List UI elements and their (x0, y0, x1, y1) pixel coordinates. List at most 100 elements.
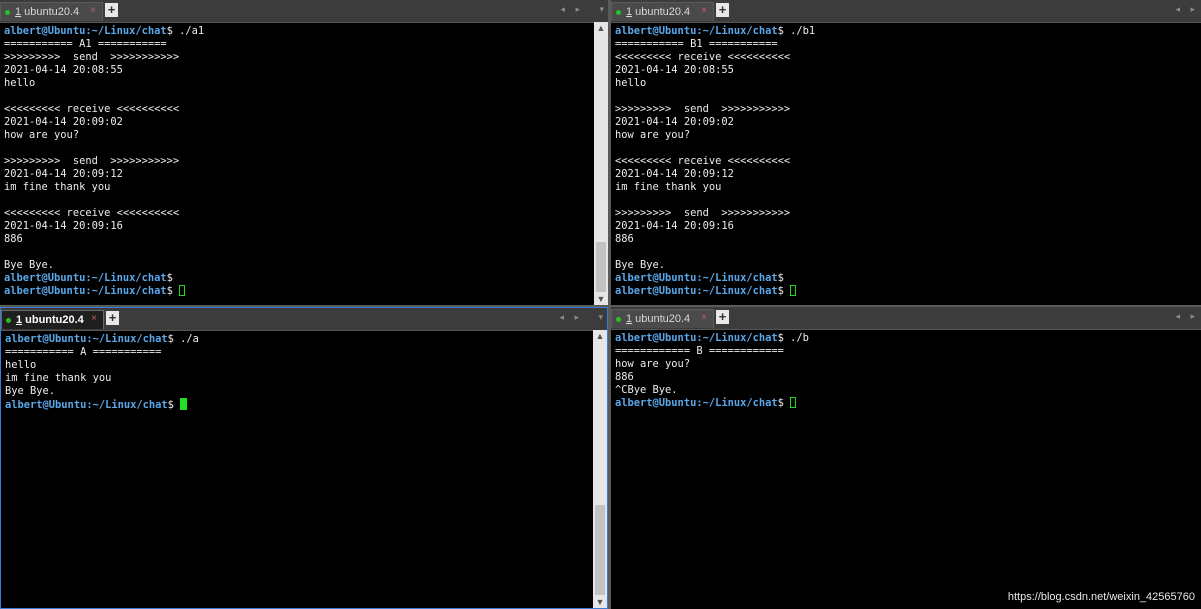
terminal-line: ^CBye Bye. (615, 384, 1185, 397)
terminal-text: >>>>>>>>> send >>>>>>>>>>> (4, 155, 180, 167)
shell-prompt: albert@Ubuntu:~/Linux/chat (615, 397, 778, 409)
shell-prompt: albert@Ubuntu:~/Linux/chat (5, 333, 168, 345)
terminal-line: =========== B1 =========== (615, 38, 1185, 51)
tab-number: 1 (626, 313, 633, 325)
terminal-line: 2021-04-14 20:09:16 (4, 220, 592, 233)
terminal-text: im fine thank you (615, 181, 722, 193)
scroll-up-icon[interactable]: ▲ (593, 330, 607, 342)
terminal-pane-bottom-right[interactable]: 1 ubuntu20.4 × + ◂ ▸ albert@Ubuntu:~/Lin… (611, 307, 1201, 609)
terminal-line: 886 (4, 233, 592, 246)
terminal-line: albert@Ubuntu:~/Linux/chat$ ./a (5, 333, 591, 346)
add-tab-button[interactable]: + (106, 311, 119, 325)
terminal-line: im fine thank you (5, 372, 591, 385)
session-tab[interactable]: 1 ubuntu20.4 × (611, 309, 714, 328)
terminal-line: albert@Ubuntu:~/Linux/chat$ (4, 272, 592, 285)
tab-scroll-arrows-icon[interactable]: ◂ ▸ (1175, 4, 1199, 15)
tab-scroll-arrows-icon[interactable]: ◂ ▸ (560, 4, 584, 15)
terminal-line: <<<<<<<<< receive <<<<<<<<<< (615, 51, 1185, 64)
terminal-text: >>>>>>>>> send >>>>>>>>>>> (615, 207, 791, 219)
terminal-line: albert@Ubuntu:~/Linux/chat$ ./a1 (4, 25, 592, 38)
session-tab[interactable]: 1 ubuntu20.4 × (0, 2, 103, 21)
add-tab-button[interactable]: + (716, 310, 729, 324)
session-tab-active[interactable]: 1 ubuntu20.4 × (1, 310, 104, 329)
terminal-text: $ (777, 272, 784, 284)
terminal-text: $ ./a1 (166, 25, 205, 37)
scrollbar-thumb[interactable] (595, 505, 605, 595)
terminal-text: >>>>>>>>> send >>>>>>>>>>> (615, 103, 791, 115)
tab-bar: 1 ubuntu20.4 × + ◂ ▸ ▾ (0, 0, 608, 23)
terminal-output[interactable]: albert@Ubuntu:~/Linux/chat$ ./b1 ========… (615, 25, 1185, 305)
terminal-text: Bye Bye. (5, 385, 56, 397)
terminal-text: 2021-04-14 20:09:16 (615, 220, 734, 232)
terminal-line: <<<<<<<<< receive <<<<<<<<<< (4, 207, 592, 220)
terminal-line: hello (5, 359, 591, 372)
tab-title: ubuntu20.4 (635, 313, 691, 325)
terminal-text: $ (777, 285, 791, 297)
terminal-line: how are you? (615, 129, 1185, 142)
terminal-output[interactable]: albert@Ubuntu:~/Linux/chat$ ./b =========… (615, 332, 1185, 609)
terminal-line: 886 (615, 371, 1185, 384)
terminal-line: 2021-04-14 20:09:02 (615, 116, 1185, 129)
tab-bar: 1 ubuntu20.4 × + ◂ ▸ (611, 307, 1201, 330)
tab-title: ubuntu20.4 (24, 6, 80, 18)
scroll-down-icon[interactable]: ▼ (593, 596, 607, 608)
terminal-text: hello (4, 77, 36, 89)
terminal-line: Bye Bye. (5, 385, 591, 398)
scroll-up-icon[interactable]: ▲ (594, 22, 608, 34)
add-tab-button[interactable]: + (716, 3, 729, 17)
close-tab-icon[interactable]: × (701, 312, 707, 323)
terminal-line: albert@Ubuntu:~/Linux/chat$ ./b (615, 332, 1185, 345)
tab-number: 1 (16, 314, 23, 326)
terminal-text: 2021-04-14 20:09:02 (4, 116, 123, 128)
shell-prompt: albert@Ubuntu:~/Linux/chat (5, 399, 168, 411)
tab-scroll-arrows-icon[interactable]: ◂ ▸ (559, 312, 583, 323)
terminal-line: Bye Bye. (4, 259, 592, 272)
terminal-pane-top-right[interactable]: 1 ubuntu20.4 × + ◂ ▸ albert@Ubuntu:~/Lin… (611, 0, 1201, 305)
terminal-line: hello (615, 77, 1185, 90)
tab-list-dropdown-icon[interactable]: ▾ (599, 4, 604, 15)
terminal-text: 2021-04-14 20:09:16 (4, 220, 123, 232)
tab-number: 1 (626, 6, 633, 18)
scroll-down-icon[interactable]: ▼ (594, 293, 608, 305)
session-tab[interactable]: 1 ubuntu20.4 × (611, 2, 714, 21)
terminal-line: albert@Ubuntu:~/Linux/chat$ ./b1 (615, 25, 1185, 38)
shell-prompt: albert@Ubuntu:~/Linux/chat (615, 272, 778, 284)
connected-status-icon (616, 9, 621, 15)
tab-title: ubuntu20.4 (635, 6, 691, 18)
terminal-text: ============ B ============ (615, 345, 784, 357)
terminal-text: $ (167, 399, 181, 411)
vertical-scrollbar[interactable]: ▲ ▼ (594, 22, 608, 305)
add-tab-button[interactable]: + (105, 3, 118, 17)
terminal-text: <<<<<<<<< receive <<<<<<<<<< (4, 103, 180, 115)
terminal-text: <<<<<<<<< receive <<<<<<<<<< (615, 155, 791, 167)
watermark-url: https://blog.csdn.net/weixin_42565760 (1007, 591, 1195, 603)
terminal-pane-bottom-left[interactable]: 1 ubuntu20.4 × + ◂ ▸ ▾ albert@Ubuntu:~/L… (0, 307, 608, 609)
terminal-output[interactable]: albert@Ubuntu:~/Linux/chat$ ./a1 ========… (4, 25, 592, 305)
terminal-line: 2021-04-14 20:09:16 (615, 220, 1185, 233)
terminal-line: =========== A =========== (5, 346, 591, 359)
terminal-pane-top-left[interactable]: 1 ubuntu20.4 × + ◂ ▸ ▾ albert@Ubuntu:~/L… (0, 0, 608, 305)
close-tab-icon[interactable]: × (90, 5, 96, 16)
terminal-text: 2021-04-14 20:09:02 (615, 116, 734, 128)
tab-list-dropdown-icon[interactable]: ▾ (598, 312, 603, 323)
terminal-output[interactable]: albert@Ubuntu:~/Linux/chat$ ./a =========… (5, 333, 591, 608)
tab-bar: 1 ubuntu20.4 × + ◂ ▸ (611, 0, 1201, 23)
terminal-text: >>>>>>>>> send >>>>>>>>>>> (4, 51, 180, 63)
close-tab-icon[interactable]: × (701, 5, 707, 16)
vertical-scrollbar[interactable]: ▲ ▼ (593, 330, 607, 608)
tab-scroll-arrows-icon[interactable]: ◂ ▸ (1175, 311, 1199, 322)
tab-number: 1 (15, 6, 22, 18)
close-tab-icon[interactable]: × (91, 313, 97, 324)
shell-prompt: albert@Ubuntu:~/Linux/chat (4, 285, 167, 297)
terminal-line: Bye Bye. (615, 259, 1185, 272)
terminal-text: =========== B1 =========== (615, 38, 778, 50)
terminal-line: 2021-04-14 20:09:12 (4, 168, 592, 181)
scrollbar-thumb[interactable] (596, 242, 606, 292)
